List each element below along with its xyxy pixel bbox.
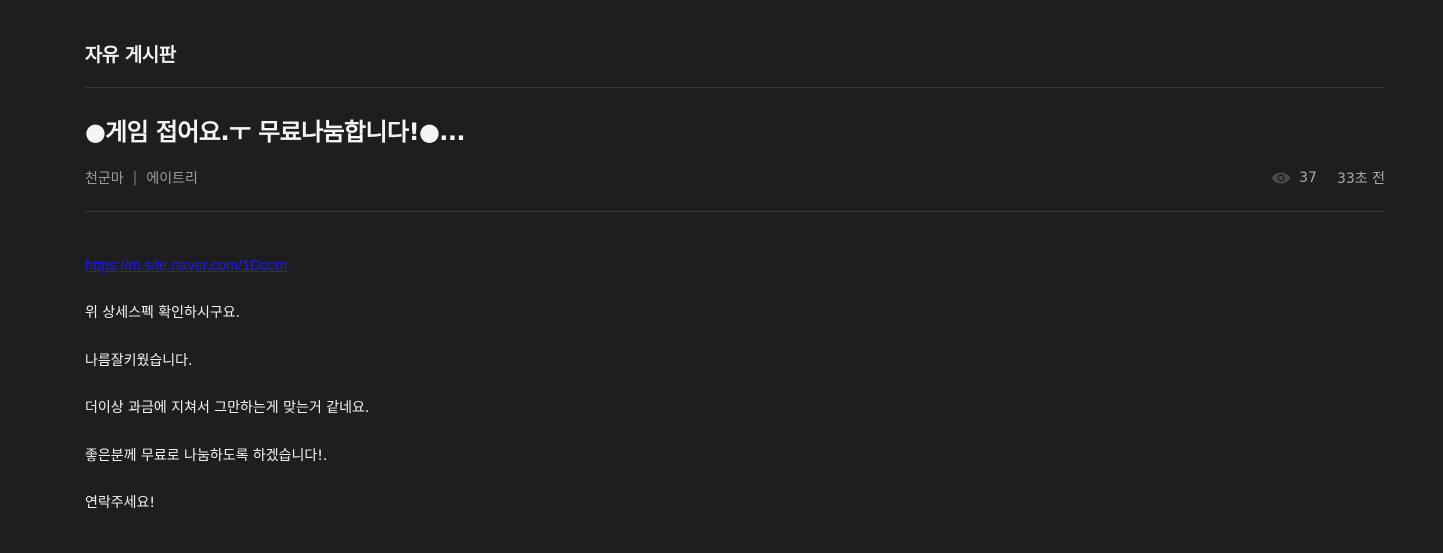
divider <box>85 87 1385 88</box>
category-label: 에이트리 <box>146 171 198 187</box>
body-line: 위 상세스펙 확인하시구요. <box>85 305 241 322</box>
body-line: 좋은분께 무료로 나눔하도록 하겠습니다!. <box>85 447 328 464</box>
post-title: ●게임 접어요.ㅜ 무료나눔합니다!●... <box>85 118 465 146</box>
author-name[interactable]: 천군마 <box>85 168 124 188</box>
view-count: 37 <box>1299 170 1317 186</box>
body-line: 연락주세요! <box>85 494 156 511</box>
divider <box>85 211 1385 212</box>
post-meta-left: 천군마 | 에이트리 <box>85 168 198 188</box>
post-link[interactable]: https://m.site.naver.com/1Dccm <box>85 258 287 274</box>
board-title[interactable]: 자유 게시판 <box>85 40 177 67</box>
body-line: 나름잘키웠습니다. <box>85 352 193 369</box>
body-line: 더이상 과금에 지쳐서 그만하는게 맞는거 같네요. <box>85 400 370 417</box>
post-meta-right: 37 33초 전 <box>1271 168 1385 188</box>
eye-icon <box>1271 171 1291 185</box>
post-meta: 천군마 | 에이트리 37 33초 전 <box>85 168 1385 188</box>
post-time: 33초 전 <box>1336 171 1385 187</box>
meta-separator: | <box>132 170 138 186</box>
link-line: https://m.site.naver.com/1Dccm <box>85 254 1385 278</box>
post-content: https://m.site.naver.com/1Dccm 위 상세스펙 확인… <box>85 254 1385 538</box>
